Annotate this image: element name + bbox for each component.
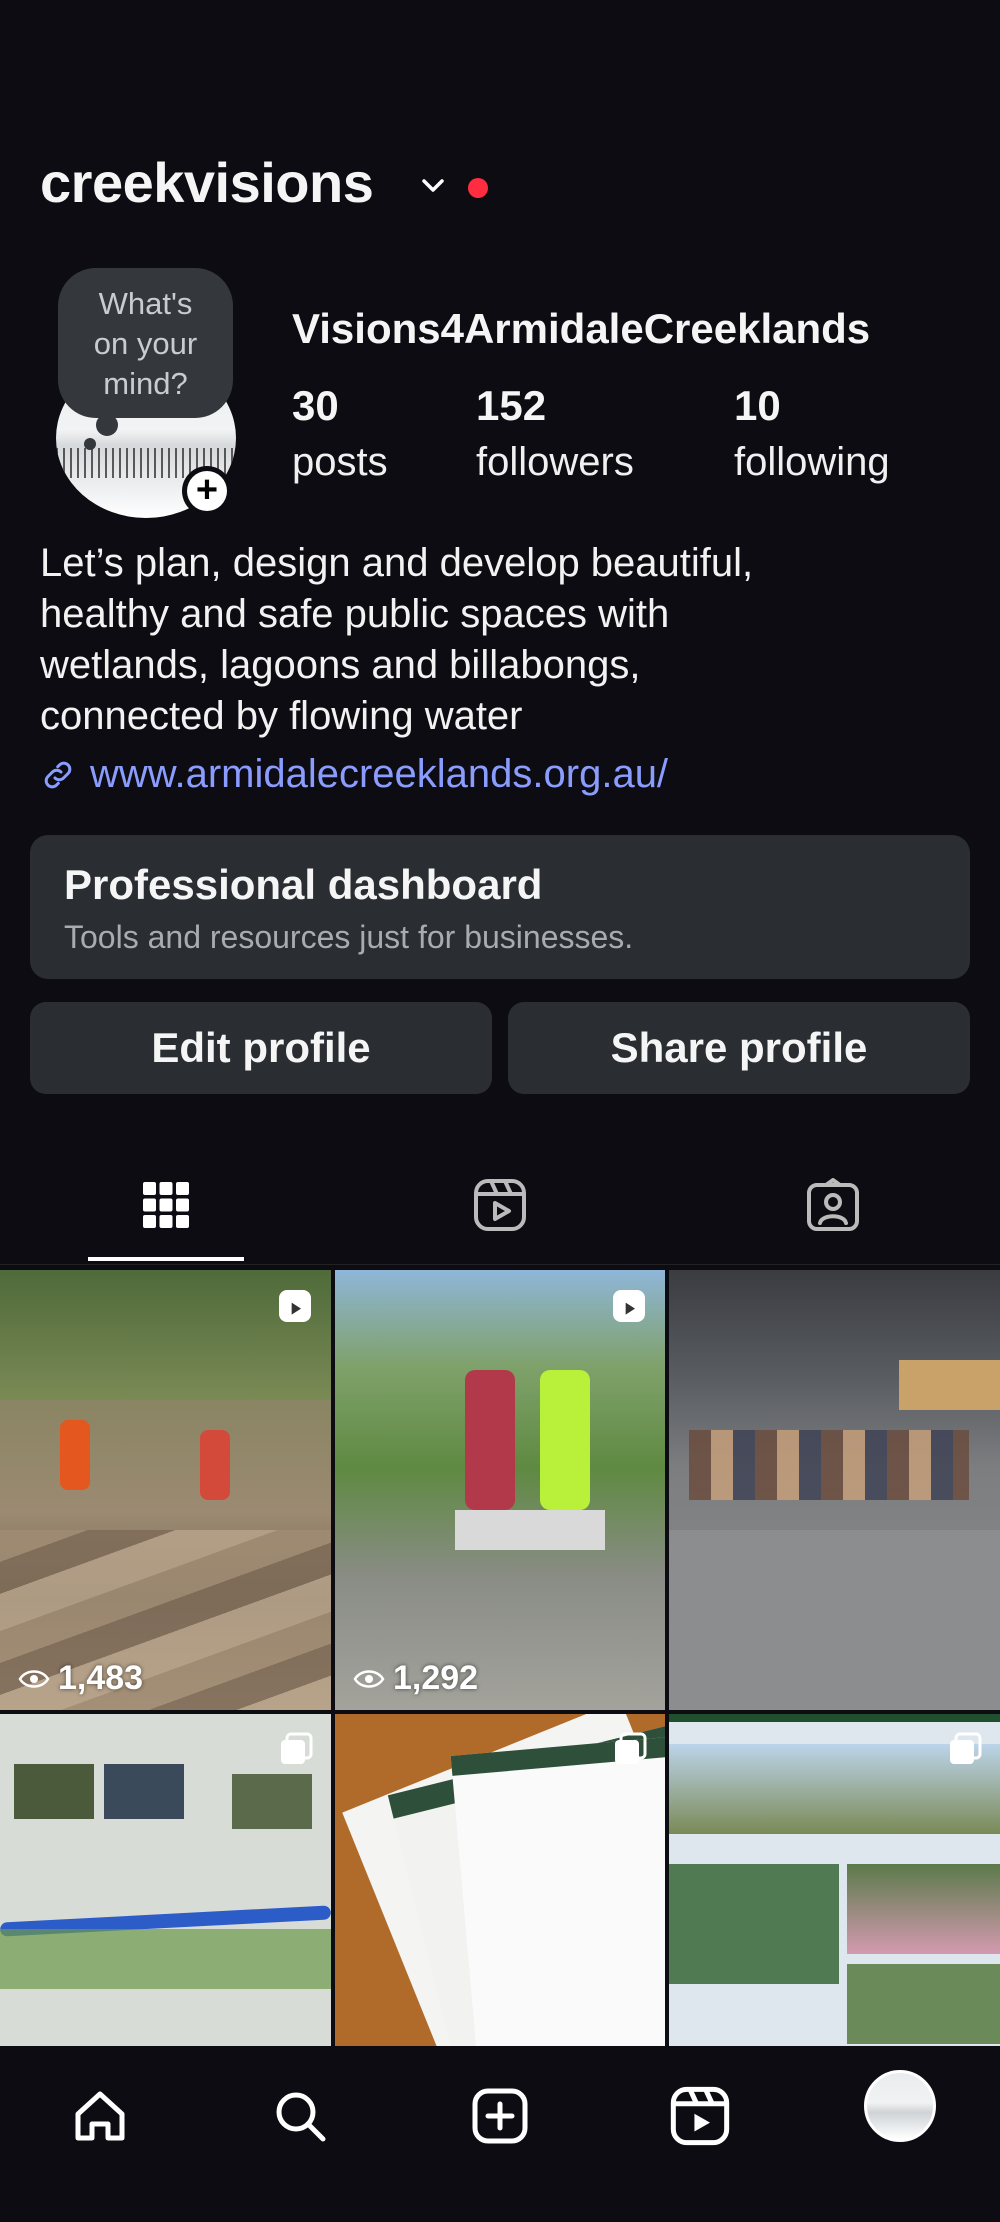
post-tile-5[interactable]	[335, 1714, 665, 2046]
link-icon	[44, 761, 72, 788]
reel-badge-icon	[613, 1290, 645, 1322]
note-bubble[interactable]: What's on your mind?	[58, 268, 233, 418]
post-tile-4[interactable]	[0, 1714, 331, 2046]
profile-link[interactable]: www.armidalecreeklands.org.au/	[40, 752, 668, 797]
carousel-icon	[281, 1732, 313, 1764]
posts-label[interactable]: posts	[292, 440, 388, 485]
followers-count[interactable]: 152	[476, 382, 546, 430]
followers-label[interactable]: followers	[476, 440, 634, 485]
reel-badge-icon	[279, 1290, 311, 1322]
carousel-icon	[950, 1732, 982, 1764]
add-story-button[interactable]: +	[182, 466, 232, 516]
search-icon[interactable]	[260, 2076, 340, 2156]
active-tab-indicator	[88, 1257, 244, 1261]
home-icon[interactable]	[60, 2076, 140, 2156]
view-count-text: 1,483	[58, 1659, 144, 1697]
note-bubble-tail-small	[84, 438, 96, 450]
following-count[interactable]: 10	[734, 382, 781, 430]
view-count-text: 1,292	[393, 1659, 479, 1697]
dashboard-subtitle: Tools and resources just for businesses.	[64, 919, 634, 955]
tab-divider	[0, 1264, 1000, 1265]
profile-bio: Let’s plan, design and develop beautiful…	[40, 541, 754, 738]
eye-icon	[18, 1669, 50, 1688]
post-tile-2[interactable]: 1,292	[335, 1270, 665, 1710]
notification-dot	[468, 178, 488, 198]
note-bubble-tail	[96, 414, 118, 436]
chevron-down-icon[interactable]	[420, 172, 446, 198]
profile-avatar-nav[interactable]	[864, 2070, 936, 2142]
create-icon[interactable]	[460, 2076, 540, 2156]
post-tile-6[interactable]	[669, 1714, 1000, 2046]
view-count: 1,483	[18, 1659, 143, 1698]
share-profile-button[interactable]: Share profile	[508, 1002, 970, 1094]
reels-icon[interactable]	[473, 1178, 527, 1232]
tagged-icon[interactable]	[806, 1178, 860, 1232]
professional-dashboard[interactable]: Professional dashboard Tools and resourc…	[30, 835, 970, 979]
edit-profile-button[interactable]: Edit profile	[30, 1002, 492, 1094]
view-count: 1,292	[353, 1659, 478, 1698]
eye-icon	[353, 1669, 385, 1688]
profile-username[interactable]: creekvisions	[40, 150, 374, 215]
post-tile-3[interactable]	[669, 1270, 1000, 1710]
grid-icon[interactable]	[141, 1180, 191, 1230]
carousel-icon	[615, 1732, 647, 1764]
following-label[interactable]: following	[734, 440, 890, 485]
posts-count[interactable]: 30	[292, 382, 339, 430]
profile-link-text[interactable]: www.armidalecreeklands.org.au/	[90, 752, 668, 797]
post-tile-1[interactable]: 1,483	[0, 1270, 331, 1710]
note-text: What's on your mind?	[93, 286, 198, 401]
plus-icon: +	[187, 471, 227, 511]
dashboard-title: Professional dashboard	[64, 861, 543, 908]
reels-nav-icon[interactable]	[660, 2076, 740, 2156]
profile-full-name: Visions4ArmidaleCreeklands	[292, 305, 871, 352]
